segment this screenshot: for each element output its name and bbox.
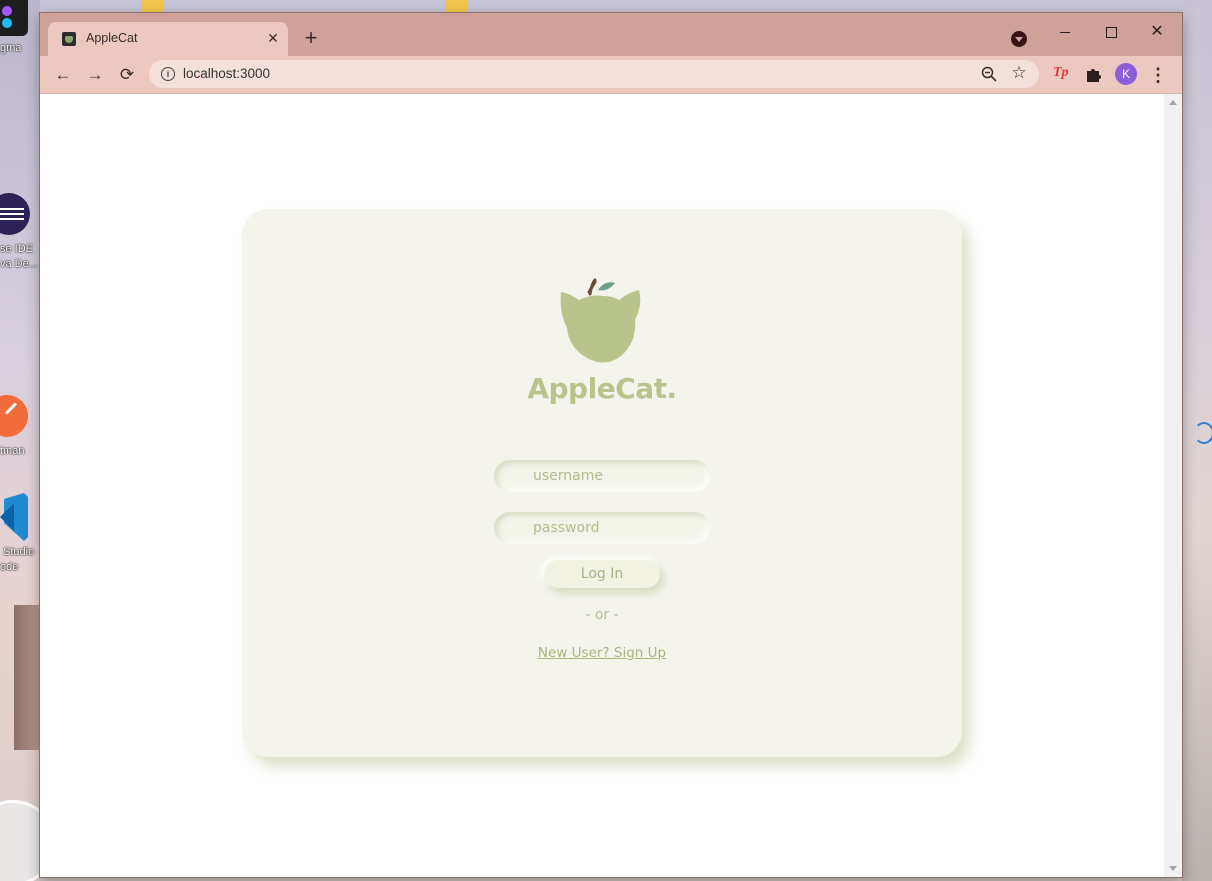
zoom-out-icon[interactable] bbox=[981, 66, 997, 82]
extensions-puzzle-icon[interactable] bbox=[1085, 65, 1103, 83]
browser-toolbar: ← → ⟳ i localhost:3000 ☆ Tp K ⋮ bbox=[40, 56, 1182, 94]
address-bar[interactable]: i localhost:3000 ☆ bbox=[149, 60, 1039, 88]
password-field[interactable] bbox=[494, 512, 710, 544]
desktop-left: gma se IDE va De... tman Studio ode bbox=[0, 0, 40, 881]
figma-icon[interactable] bbox=[0, 0, 28, 36]
signup-link[interactable]: New User? Sign Up bbox=[242, 645, 962, 661]
info-icon[interactable]: i bbox=[161, 67, 175, 81]
browser-window: AppleCat ✕ + ✕ ← → ⟳ i localhost:3000 ☆ … bbox=[40, 13, 1182, 877]
tab-title: AppleCat bbox=[86, 31, 138, 45]
folder-icon[interactable] bbox=[141, 0, 163, 12]
tab-search-icon[interactable] bbox=[1011, 31, 1027, 47]
close-icon[interactable]: ✕ bbox=[264, 29, 282, 47]
password-input[interactable] bbox=[494, 512, 710, 544]
browser-menu-icon[interactable]: ⋮ bbox=[1148, 62, 1168, 88]
applecat-logo-icon bbox=[560, 278, 641, 363]
eclipse-label-1: se IDE bbox=[0, 243, 34, 255]
vscode-label-1: Studio bbox=[3, 546, 35, 558]
applecat-favicon-icon bbox=[62, 32, 76, 46]
login-button[interactable]: Log In bbox=[544, 560, 660, 588]
scroll-down-arrow-icon[interactable] bbox=[1169, 866, 1177, 871]
sync-icon[interactable] bbox=[1194, 422, 1212, 444]
desktop-right bbox=[1182, 0, 1212, 881]
tab-applecat[interactable]: AppleCat ✕ bbox=[48, 22, 288, 56]
tab-strip: AppleCat ✕ + ✕ bbox=[40, 13, 1182, 56]
forward-button[interactable]: → bbox=[82, 62, 108, 88]
login-card: AppleCat. Log In - or - New User? Sign U… bbox=[242, 209, 962, 757]
username-input[interactable] bbox=[494, 460, 710, 492]
profile-avatar[interactable]: K bbox=[1115, 63, 1137, 85]
reload-button[interactable]: ⟳ bbox=[114, 62, 140, 88]
or-divider: - or - bbox=[585, 607, 619, 623]
vertical-scrollbar[interactable] bbox=[1164, 94, 1182, 877]
brand-title: AppleCat. bbox=[527, 372, 677, 405]
lighthouse-wallpaper bbox=[14, 605, 40, 750]
postman-label: tman bbox=[0, 445, 25, 457]
back-button[interactable]: ← bbox=[50, 62, 76, 88]
minimize-button[interactable] bbox=[1042, 17, 1088, 47]
figma-label: gma bbox=[0, 42, 22, 54]
new-tab-button[interactable]: + bbox=[298, 26, 324, 52]
page-viewport: AppleCat. Log In - or - New User? Sign U… bbox=[40, 94, 1164, 877]
tp-extension-icon[interactable]: Tp bbox=[1053, 65, 1069, 81]
url-text[interactable]: localhost:3000 bbox=[183, 66, 270, 81]
bookmark-star-icon[interactable]: ☆ bbox=[1009, 63, 1029, 83]
eclipse-icon[interactable] bbox=[0, 193, 30, 235]
vscode-icon[interactable] bbox=[0, 493, 28, 541]
maximize-button[interactable] bbox=[1088, 17, 1134, 47]
folder-icon[interactable] bbox=[445, 0, 467, 12]
eclipse-label-2: va De... bbox=[0, 258, 38, 270]
scroll-up-arrow-icon[interactable] bbox=[1169, 100, 1177, 105]
close-window-button[interactable]: ✕ bbox=[1134, 17, 1180, 47]
postman-icon[interactable] bbox=[0, 395, 28, 437]
university-seal bbox=[0, 800, 40, 881]
username-field[interactable] bbox=[494, 460, 710, 492]
vscode-label-2: ode bbox=[0, 561, 19, 573]
